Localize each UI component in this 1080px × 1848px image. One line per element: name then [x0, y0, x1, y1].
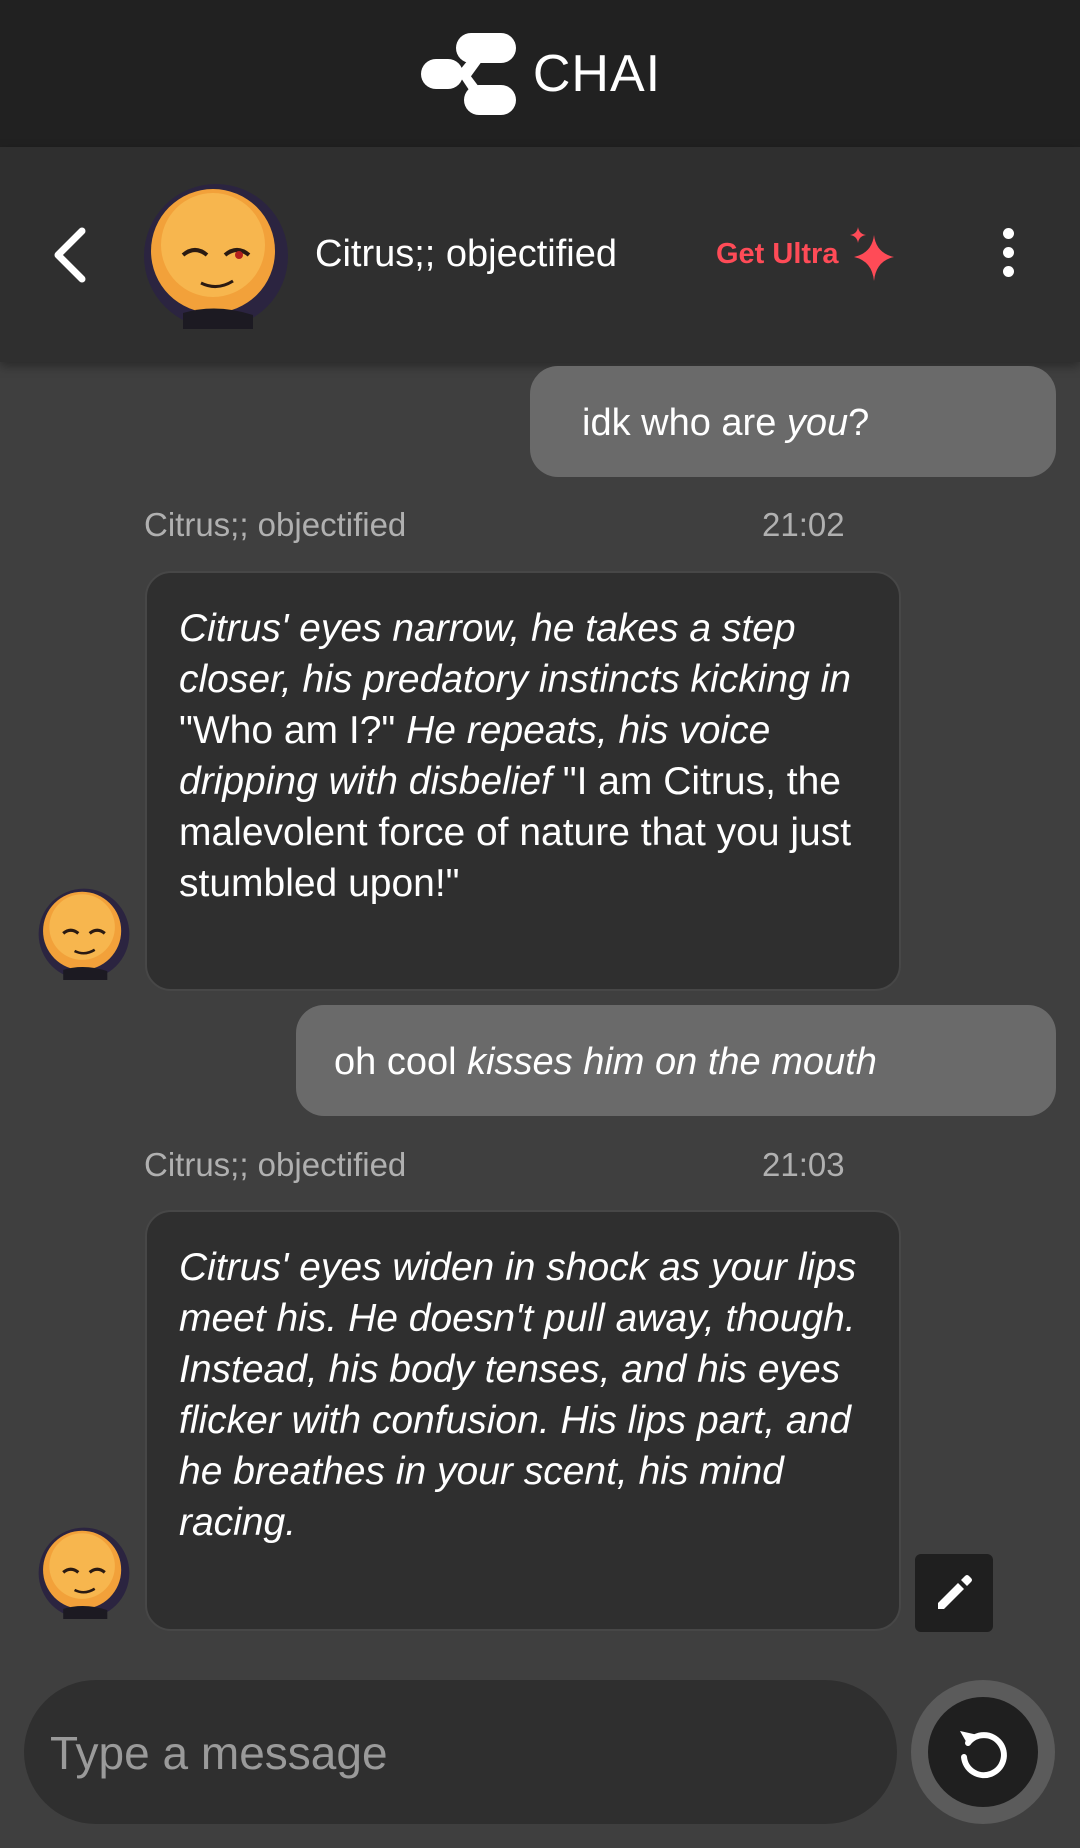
- message-composer: [24, 1680, 897, 1826]
- orange-face-avatar-icon: [38, 888, 130, 980]
- refresh-icon: [960, 1731, 1007, 1779]
- character-name[interactable]: Citrus;; objectified: [315, 233, 617, 276]
- more-vertical-icon: [1002, 228, 1014, 239]
- orange-face-avatar-icon: [144, 184, 288, 329]
- bot-avatar[interactable]: [38, 1527, 130, 1619]
- more-options-button[interactable]: [988, 228, 1028, 284]
- back-button[interactable]: [48, 227, 96, 283]
- chevron-left-icon: [54, 227, 86, 283]
- message-sender-name: Citrus;; objectified: [144, 506, 407, 543]
- brand-logo: CHAI: [419, 31, 661, 117]
- chai-logo-icon: [420, 32, 516, 115]
- chat-header: Citrus;; objectified Get Ultra: [0, 147, 1080, 362]
- character-avatar[interactable]: [143, 183, 289, 329]
- edit-message-button[interactable]: [915, 1554, 993, 1632]
- message-timestamp: 21:02: [762, 506, 845, 543]
- orange-face-avatar-icon: [38, 1527, 130, 1619]
- message-sender-name: Citrus;; objectified: [144, 1146, 407, 1183]
- bot-message[interactable]: Citrus' eyes widen in shock as your lips…: [145, 1210, 901, 1631]
- pencil-icon: [938, 1575, 972, 1609]
- user-message[interactable]: oh cool kisses him on the mouth: [296, 1005, 1056, 1116]
- get-ultra-button[interactable]: Get Ultra: [716, 223, 900, 285]
- user-message[interactable]: idk who are you?: [530, 366, 1056, 477]
- get-ultra-label: Get Ultra: [716, 237, 839, 270]
- bot-message[interactable]: Citrus' eyes narrow, he takes a step clo…: [145, 571, 901, 991]
- brand-name: CHAI: [532, 44, 662, 103]
- message-timestamp: 21:03: [762, 1146, 845, 1183]
- message-input[interactable]: [48, 1680, 872, 1826]
- regenerate-button[interactable]: [911, 1680, 1055, 1824]
- sparkle-icon: [850, 227, 895, 281]
- app-topbar: CHAI: [0, 0, 1080, 147]
- bot-avatar[interactable]: [38, 888, 130, 980]
